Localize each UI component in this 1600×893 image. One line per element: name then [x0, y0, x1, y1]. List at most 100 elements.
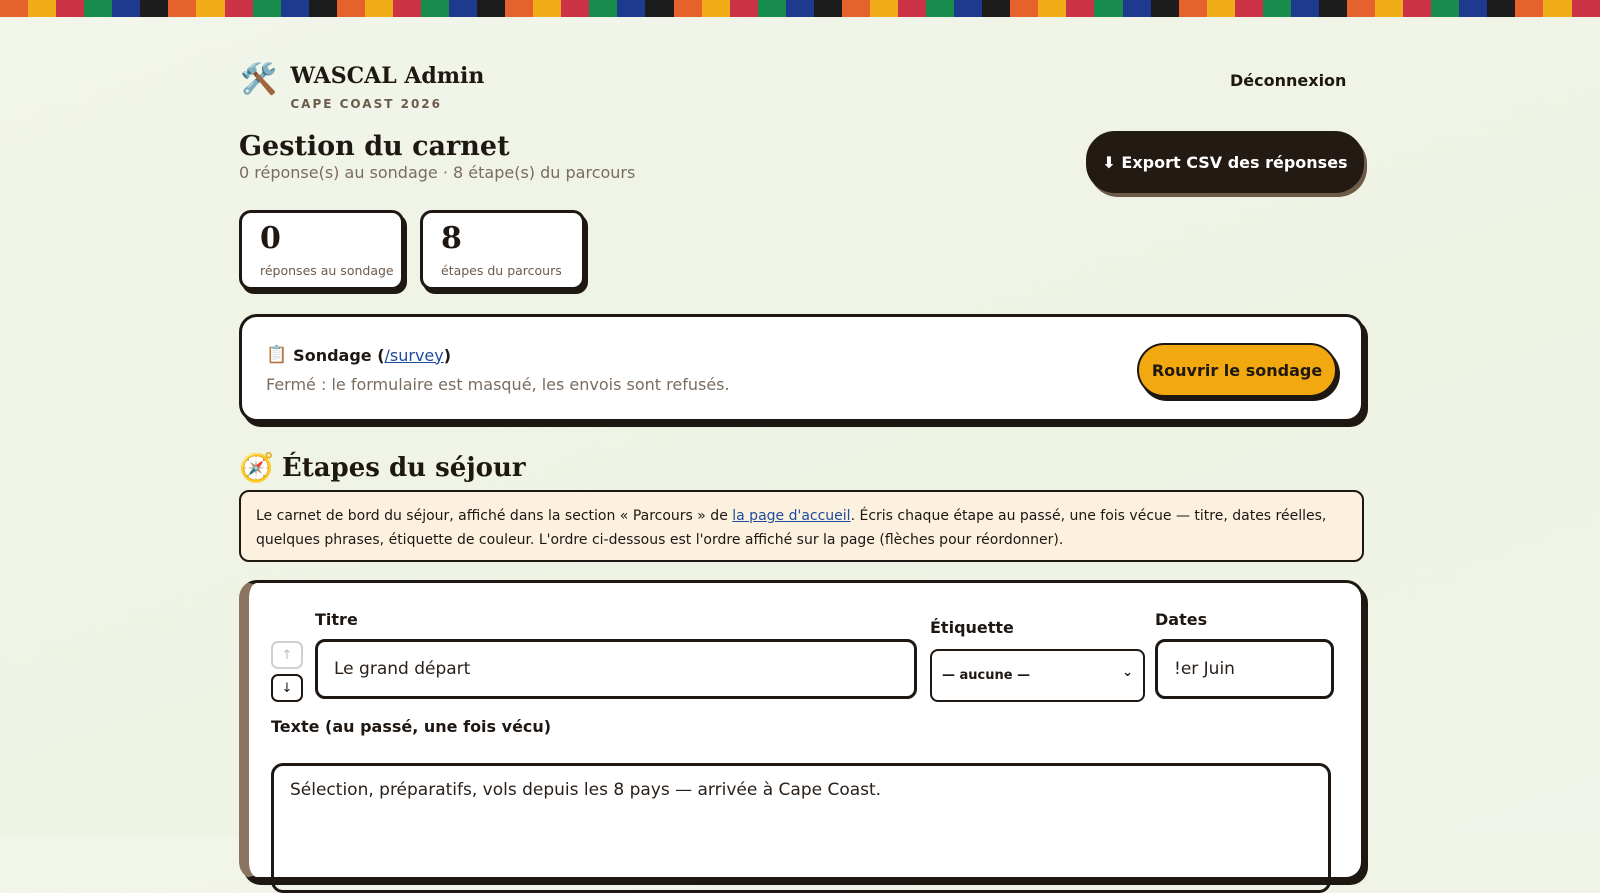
kente-segment [1094, 0, 1123, 17]
kente-segment [1010, 0, 1039, 17]
page-subtitle: 0 réponse(s) au sondage · 8 étape(s) du … [239, 163, 636, 182]
kente-segment [252, 0, 281, 17]
kente-segment [617, 0, 646, 17]
kente-segment [1150, 0, 1179, 17]
reopen-survey-button[interactable]: Rouvrir le sondage [1137, 343, 1337, 397]
kente-segment [1122, 0, 1151, 17]
kente-segment [926, 0, 955, 17]
kente-segment [954, 0, 983, 17]
stat-value: 0 [260, 221, 281, 256]
kente-segment [729, 0, 758, 17]
kente-segment [1066, 0, 1095, 17]
kente-segment [168, 0, 197, 17]
kente-segment [841, 0, 870, 17]
app-title: WASCAL Admin [290, 63, 485, 89]
kente-segment [1459, 0, 1488, 17]
kente-segment [0, 0, 29, 17]
kente-segment [982, 0, 1011, 17]
kente-segment [84, 0, 113, 17]
section-title: 🧭 Étapes du séjour [239, 451, 526, 484]
kente-segment [1375, 0, 1404, 17]
move-down-button[interactable]: ↓ [271, 674, 303, 702]
kente-segment [308, 0, 337, 17]
survey-title-end: ) [443, 345, 452, 365]
survey-card: 📋 Sondage (/survey) Fermé : le formulair… [239, 314, 1364, 422]
kente-segment [561, 0, 590, 17]
export-csv-button[interactable]: ⬇ Export CSV des réponses [1086, 131, 1364, 193]
info-box: Le carnet de bord du séjour, affiché dan… [239, 490, 1364, 562]
clipboard-icon: 📋 [266, 345, 288, 365]
kente-segment [28, 0, 57, 17]
stat-card-responses: 0 réponses au sondage [239, 210, 404, 290]
arrow-down-icon: ↓ [281, 680, 293, 696]
kente-segment [1487, 0, 1516, 17]
kente-segment [477, 0, 506, 17]
text-label: Texte (au passé, une fois vécu) [271, 717, 552, 736]
brand: 🛠️ WASCAL Admin CAPE COAST 2026 [240, 63, 484, 111]
survey-title: 📋 Sondage (/survey) [266, 345, 451, 365]
kente-segment [280, 0, 309, 17]
hammer-wrench-icon: 🛠️ [240, 62, 278, 97]
kente-segment [1431, 0, 1460, 17]
kente-segment [869, 0, 898, 17]
move-up-button[interactable]: ↑ [271, 641, 303, 669]
kente-segment [785, 0, 814, 17]
survey-title-text: Sondage ( [293, 345, 385, 365]
kente-segment [1318, 0, 1347, 17]
kente-segment [449, 0, 478, 17]
kente-segment [1571, 0, 1600, 17]
kente-segment [701, 0, 730, 17]
arrow-up-icon: ↑ [281, 647, 293, 663]
step-card: Titre ↑ ↓ Le grand départ Étiquette — au… [239, 580, 1364, 893]
compass-icon: 🧭 [239, 451, 274, 484]
tag-select[interactable]: — aucune — ⌄ [930, 649, 1145, 702]
info-text-start: Le carnet de bord du séjour, affiché dan… [256, 508, 733, 524]
kente-segment [673, 0, 702, 17]
kente-segment [140, 0, 169, 17]
kente-segment [757, 0, 786, 17]
kente-segment [533, 0, 562, 17]
kente-stripe [0, 0, 1600, 17]
stat-value: 8 [441, 221, 462, 256]
kente-segment [336, 0, 365, 17]
kente-segment [1347, 0, 1376, 17]
kente-segment [1206, 0, 1235, 17]
dates-input[interactable]: !er Juin [1155, 639, 1334, 699]
text-textarea[interactable]: Sélection, préparatifs, vols depuis les … [271, 763, 1331, 893]
survey-status: Fermé : le formulaire est masqué, les en… [266, 375, 730, 394]
kente-segment [813, 0, 842, 17]
kente-segment [1403, 0, 1432, 17]
title-input[interactable]: Le grand départ [315, 639, 917, 699]
survey-link[interactable]: /survey [385, 346, 444, 365]
dates-label: Dates [1155, 610, 1208, 629]
homepage-link[interactable]: la page d'accueil [732, 508, 850, 524]
kente-segment [420, 0, 449, 17]
kente-segment [589, 0, 618, 17]
stat-label: réponses au sondage [260, 263, 394, 278]
tag-label: Étiquette [930, 618, 1014, 637]
app-subtitle: CAPE COAST 2026 [290, 97, 442, 111]
title-label: Titre [315, 610, 358, 629]
kente-segment [1290, 0, 1319, 17]
kente-segment [1262, 0, 1291, 17]
kente-segment [898, 0, 927, 17]
kente-segment [364, 0, 393, 17]
page: 🛠️ WASCAL Admin CAPE COAST 2026 Déconnex… [0, 17, 1600, 893]
kente-segment [1515, 0, 1544, 17]
kente-segment [505, 0, 534, 17]
logout-button[interactable]: Déconnexion [1230, 71, 1346, 90]
kente-segment [56, 0, 85, 17]
kente-segment [196, 0, 225, 17]
stat-label: étapes du parcours [441, 263, 562, 278]
kente-segment [1543, 0, 1572, 17]
kente-segment [645, 0, 674, 17]
kente-segment [1178, 0, 1207, 17]
kente-segment [1038, 0, 1067, 17]
kente-segment [112, 0, 141, 17]
kente-segment [392, 0, 421, 17]
page-title: Gestion du carnet [239, 131, 510, 162]
kente-segment [1234, 0, 1263, 17]
chevron-down-icon: ⌄ [1122, 665, 1133, 680]
section-title-text: Étapes du séjour [281, 452, 526, 483]
kente-segment [224, 0, 253, 17]
